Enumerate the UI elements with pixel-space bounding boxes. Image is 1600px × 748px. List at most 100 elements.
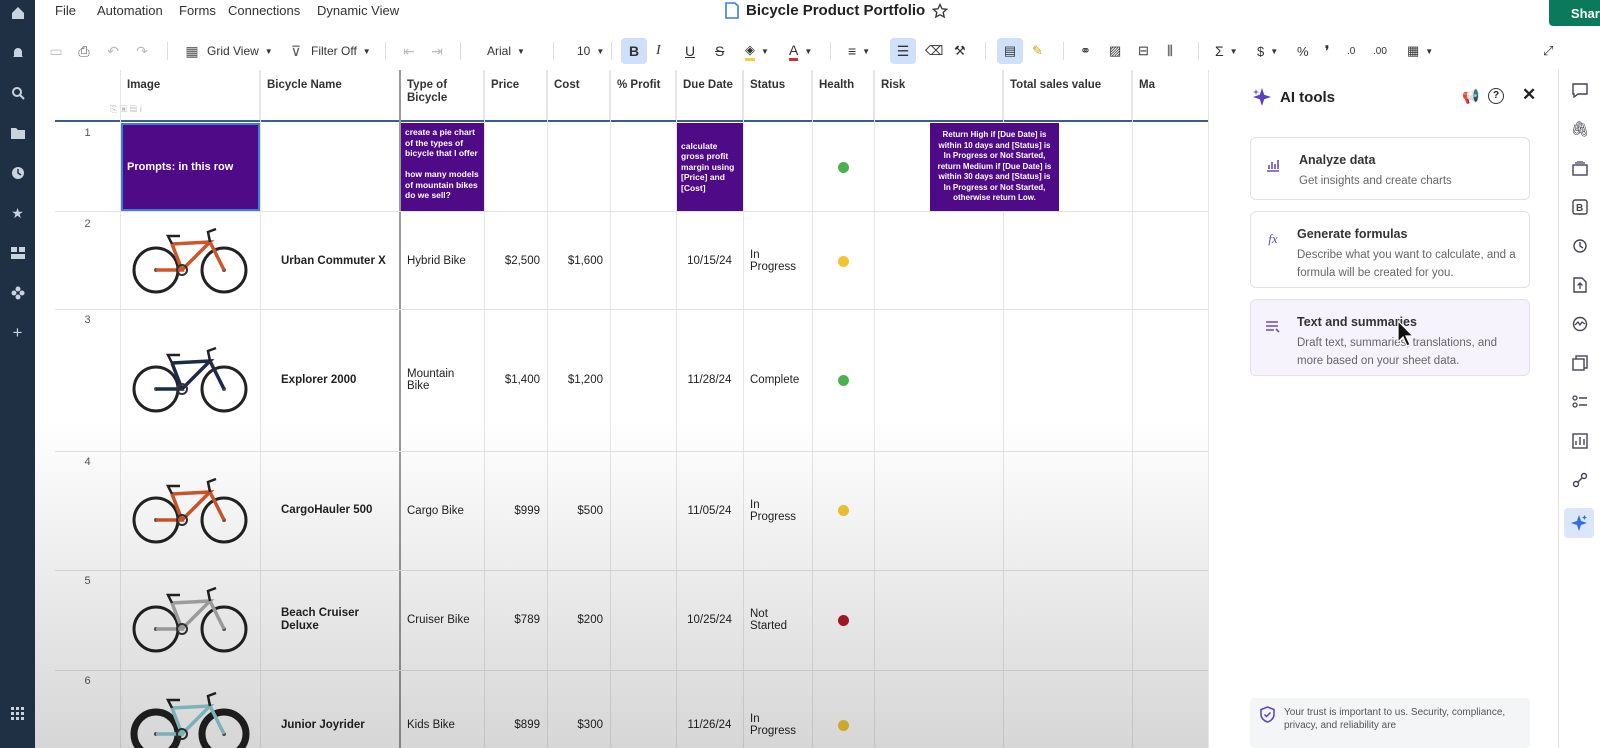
prompt-cell-profit[interactable]: calculate gross profit margin using [Pri…: [677, 123, 743, 211]
attachments-icon[interactable]: 🖇: [1569, 118, 1591, 140]
bold-icon[interactable]: B: [621, 38, 647, 64]
fill-color-icon[interactable]: ◈ ▼: [745, 38, 769, 64]
home-icon[interactable]: [4, 2, 31, 24]
redo-icon[interactable]: ↷: [133, 38, 151, 64]
price-cell[interactable]: $999: [484, 451, 547, 570]
status-cell[interactable]: In Progress: [743, 670, 812, 748]
type-cell[interactable]: Cargo Bike: [400, 451, 484, 570]
column-header-profit[interactable]: % Profit: [610, 70, 676, 120]
undo-icon[interactable]: ↶: [104, 38, 122, 64]
underline-icon[interactable]: U: [685, 38, 695, 64]
menu-file[interactable]: File: [55, 3, 76, 18]
announcement-icon[interactable]: 📢: [1462, 88, 1479, 105]
comments-icon[interactable]: [1569, 79, 1591, 101]
column-header-bicycle-name[interactable]: Bicycle Name: [260, 70, 400, 120]
prompt-cell-risk[interactable]: Return High if [Due Date] is within 10 d…: [930, 123, 1059, 211]
brandfolder-icon[interactable]: B: [1569, 196, 1591, 218]
strikethrough-icon[interactable]: S: [715, 38, 724, 64]
share-button[interactable]: Share: [1549, 0, 1600, 26]
cost-cell[interactable]: $1,200: [547, 309, 610, 451]
due-date-cell[interactable]: 10/25/24: [676, 570, 743, 670]
folder-icon[interactable]: [4, 122, 31, 144]
app-launcher-icon[interactable]: [4, 702, 31, 724]
date-format-icon[interactable]: ▦ ▼: [1407, 38, 1433, 64]
bicycle-name-cell[interactable]: Urban Commuter X: [274, 213, 400, 309]
grid-lines-icon[interactable]: ▤: [997, 38, 1023, 64]
due-date-cell[interactable]: 11/28/24: [676, 309, 743, 451]
workspaces-icon[interactable]: [4, 242, 31, 264]
menu-automation[interactable]: Automation: [97, 3, 163, 18]
profit-cell[interactable]: [610, 213, 676, 309]
sum-icon[interactable]: Σ ▼: [1215, 38, 1238, 64]
help-icon[interactable]: ?: [1488, 88, 1504, 104]
column-header-health[interactable]: Health: [812, 70, 874, 120]
row-number[interactable]: 4: [55, 456, 120, 468]
insert-row-icon[interactable]: ⊟: [1138, 38, 1149, 64]
image-icon[interactable]: ▨: [1109, 38, 1121, 64]
health-cell[interactable]: [812, 570, 874, 670]
prompt-cell-image[interactable]: Prompts: in this row: [121, 123, 260, 211]
status-cell[interactable]: Not Started: [743, 570, 812, 670]
bike-image-cell[interactable]: [120, 451, 260, 570]
type-cell[interactable]: Hybrid Bike: [400, 213, 484, 309]
status-cell[interactable]: In Progress: [743, 451, 812, 570]
ai-sparkle-icon[interactable]: [1564, 508, 1594, 538]
indent-icon[interactable]: ⇥: [428, 38, 446, 64]
type-cell[interactable]: Cruiser Bike: [400, 570, 484, 670]
decrease-decimal-icon[interactable]: .0: [1347, 38, 1355, 64]
due-date-cell[interactable]: 11/05/24: [676, 451, 743, 570]
price-cell[interactable]: $1,400: [484, 309, 547, 451]
profit-cell[interactable]: [610, 570, 676, 670]
solutions-icon[interactable]: [4, 282, 31, 304]
due-date-cell[interactable]: 10/15/24: [676, 213, 743, 309]
menu-dynamic-view[interactable]: Dynamic View: [317, 3, 399, 18]
recents-icon[interactable]: [4, 162, 31, 184]
currency-icon[interactable]: $ ▼: [1257, 38, 1278, 64]
highlight-icon[interactable]: ✎: [1032, 38, 1043, 64]
favorite-star-icon[interactable]: [932, 2, 949, 19]
status-cell[interactable]: In Progress: [743, 213, 812, 309]
align-icon[interactable]: ≡ ▼: [848, 38, 870, 64]
publish-icon[interactable]: [1569, 274, 1591, 296]
increase-decimal-icon[interactable]: .00: [1373, 38, 1387, 64]
connections-icon[interactable]: [1569, 469, 1591, 491]
price-cell[interactable]: $899: [484, 670, 547, 748]
row-number[interactable]: 3: [55, 314, 120, 326]
text-color-icon[interactable]: A ▼: [789, 38, 812, 64]
font-size-dropdown[interactable]: 10 ▼: [577, 38, 604, 64]
wrap-text-icon[interactable]: ☰: [890, 38, 916, 64]
bike-image-cell[interactable]: [120, 213, 260, 309]
profit-cell[interactable]: [610, 451, 676, 570]
summary-icon[interactable]: [1569, 313, 1591, 335]
forms-icon[interactable]: [1569, 391, 1591, 413]
link-icon[interactable]: ⚭: [1080, 38, 1091, 64]
type-cell[interactable]: Mountain Bike: [400, 309, 484, 451]
notifications-icon[interactable]: [4, 42, 31, 64]
outdent-icon[interactable]: ⇤: [400, 38, 418, 64]
bicycle-name-cell[interactable]: CargoHauler 500: [274, 451, 400, 570]
insert-column-icon[interactable]: ⫼: [1167, 38, 1173, 64]
menu-connections[interactable]: Connections: [228, 3, 300, 18]
due-date-cell[interactable]: 11/26/24: [676, 670, 743, 748]
prompt-cell-type[interactable]: create a pie chart of the types of bicyc…: [401, 123, 484, 211]
row-number[interactable]: 6: [55, 675, 120, 687]
column-header-risk[interactable]: Risk: [874, 70, 1003, 120]
close-icon[interactable]: ✕: [1522, 85, 1536, 105]
price-cell[interactable]: $789: [484, 570, 547, 670]
generate-formulas-card[interactable]: fx Generate formulas Describe what you w…: [1250, 211, 1530, 288]
thousands-icon[interactable]: ❜: [1325, 38, 1329, 64]
health-cell[interactable]: [812, 451, 874, 570]
clear-format-icon[interactable]: ⌫: [925, 38, 943, 64]
expand-icon[interactable]: ⤢: [1543, 38, 1553, 64]
activity-log-icon[interactable]: [1569, 235, 1591, 257]
column-header-type[interactable]: Type of Bicycle: [400, 70, 484, 120]
bike-image-cell[interactable]: [120, 670, 260, 748]
text-summaries-card[interactable]: Text and summaries Draft text, summaries…: [1250, 299, 1530, 376]
save-icon[interactable]: ▭: [47, 38, 65, 64]
font-family-dropdown[interactable]: Arial ▼: [487, 38, 525, 64]
health-cell[interactable]: [812, 309, 874, 451]
profit-cell[interactable]: [610, 670, 676, 748]
print-icon[interactable]: ⎙: [75, 38, 93, 64]
filter-dropdown[interactable]: ⊽ Filter Off ▼: [287, 38, 371, 64]
row-number[interactable]: 2: [55, 218, 120, 230]
